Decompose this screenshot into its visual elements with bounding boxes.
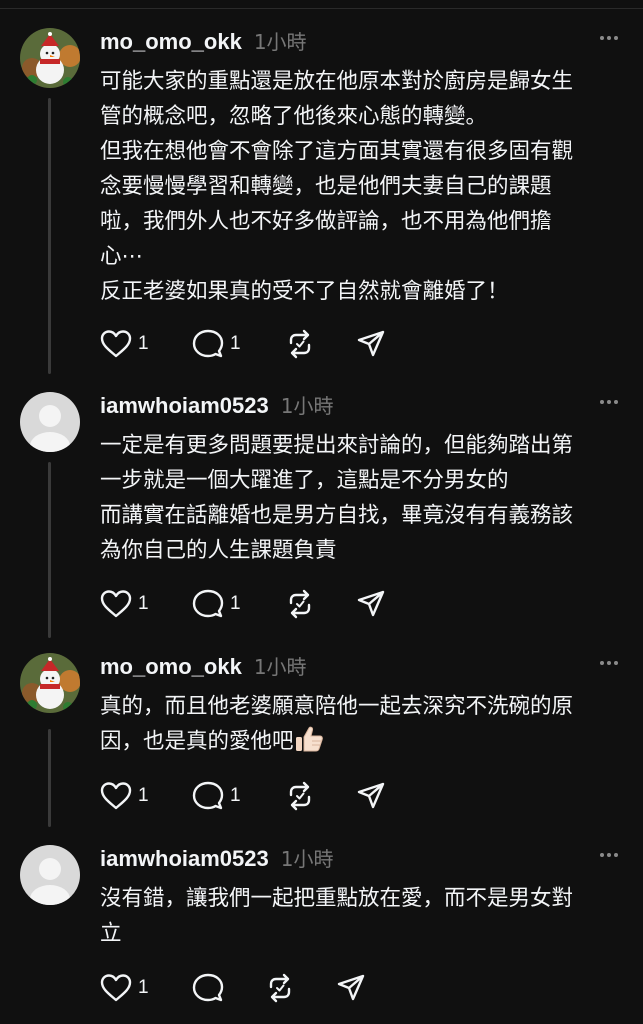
reply-count: 1: [230, 785, 241, 806]
reply-count: 1: [230, 593, 241, 614]
heart-icon: [100, 590, 132, 618]
like-count: 1: [138, 333, 149, 354]
heart-icon: [100, 330, 132, 358]
avatar-snowman[interactable]: [20, 653, 80, 713]
comment-header: iamwhoiam0523 1小時: [100, 843, 333, 873]
action-bar: 1: [100, 971, 376, 1005]
action-bar: 1 1: [100, 587, 396, 621]
username[interactable]: mo_omo_okk: [100, 654, 242, 680]
more-icon[interactable]: [600, 36, 618, 40]
reply-button[interactable]: [192, 971, 264, 1005]
timestamp: 1小時: [253, 30, 307, 54]
thread-line: [48, 729, 51, 827]
like-count: 1: [138, 977, 149, 998]
comment-text: 真的，而且他老婆願意陪他一起去深究不洗碗的原 因，也是真的愛他吧: [100, 689, 625, 764]
repost-button[interactable]: [284, 779, 356, 813]
action-bar: 1 1: [100, 779, 396, 813]
username[interactable]: iamwhoiam0523: [100, 846, 269, 872]
timestamp: 1小時: [253, 655, 307, 679]
top-divider: [0, 8, 643, 9]
timestamp: 1小時: [280, 394, 334, 418]
reply-count: 1: [230, 333, 241, 354]
like-button[interactable]: 1: [100, 587, 192, 621]
default-avatar: [20, 845, 80, 905]
comment-icon: [192, 329, 224, 358]
share-button[interactable]: [356, 779, 396, 813]
default-avatar: [20, 392, 80, 452]
more-icon[interactable]: [600, 853, 618, 857]
repost-button[interactable]: [264, 971, 336, 1005]
thread-line: [48, 98, 51, 374]
repost-button[interactable]: [284, 327, 356, 361]
more-icon[interactable]: [600, 661, 618, 665]
more-icon[interactable]: [600, 400, 618, 404]
comment-text: 沒有錯，讓我們一起把重點放在愛，而不是男女對立: [100, 886, 574, 946]
repost-icon: [289, 329, 311, 359]
comment-header: mo_omo_okk 1小時: [100, 651, 307, 681]
repost-icon: [289, 781, 311, 811]
share-button[interactable]: [336, 971, 376, 1005]
comment-header: mo_omo_okk 1小時: [100, 26, 307, 56]
share-icon: [337, 974, 365, 1001]
comment-4: iamwhoiam0523 1小時 沒有錯，讓我們一起把重點放在愛，而不是男女對…: [0, 845, 643, 1015]
share-icon: [357, 330, 385, 357]
heart-icon: [100, 782, 132, 810]
action-bar: 1 1: [100, 327, 396, 361]
username[interactable]: iamwhoiam0523: [100, 393, 269, 419]
comment-text: 一定是有更多問題要提出來討論的，但能夠踏出第 一步就是一個大躍進了，這點是不分男女…: [100, 433, 574, 563]
like-count: 1: [138, 785, 149, 806]
avatar-snowman[interactable]: [20, 28, 80, 88]
reply-button[interactable]: 1: [192, 587, 284, 621]
share-button[interactable]: [356, 587, 396, 621]
comment-text: 可能大家的重點還是放在他原本對於廚房是歸女生 管的概念吧，忽略了他後來心態的轉變。…: [100, 69, 574, 304]
like-button[interactable]: 1: [100, 971, 192, 1005]
reply-button[interactable]: 1: [192, 779, 284, 813]
thumbs-up-icon: [294, 725, 324, 764]
comment-icon: [192, 589, 224, 618]
comment-icon: [192, 781, 224, 810]
avatar-default[interactable]: [20, 845, 80, 905]
timestamp: 1小時: [280, 847, 334, 871]
comment-1: mo_omo_okk 1小時 可能大家的重點還是放在他原本對於廚房是歸女生 管的概…: [0, 28, 643, 378]
snowman-avatar-image: [20, 28, 80, 88]
avatar-default[interactable]: [20, 392, 80, 452]
reply-button[interactable]: 1: [192, 327, 284, 361]
like-button[interactable]: 1: [100, 327, 192, 361]
share-icon: [357, 782, 385, 809]
repost-icon: [269, 973, 291, 1003]
share-icon: [357, 590, 385, 617]
comment-icon: [192, 973, 224, 1002]
snowman-avatar-image: [20, 653, 80, 713]
share-button[interactable]: [356, 327, 396, 361]
like-count: 1: [138, 593, 149, 614]
heart-icon: [100, 974, 132, 1002]
thread-line: [48, 462, 51, 638]
comment-header: iamwhoiam0523 1小時: [100, 390, 333, 420]
comment-3: mo_omo_okk 1小時 真的，而且他老婆願意陪他一起去深究不洗碗的原 因，也…: [0, 653, 643, 833]
like-button[interactable]: 1: [100, 779, 192, 813]
username[interactable]: mo_omo_okk: [100, 29, 242, 55]
repost-button[interactable]: [284, 587, 356, 621]
comment-2: iamwhoiam0523 1小時 一定是有更多問題要提出來討論的，但能夠踏出第…: [0, 392, 643, 640]
repost-icon: [289, 589, 311, 619]
